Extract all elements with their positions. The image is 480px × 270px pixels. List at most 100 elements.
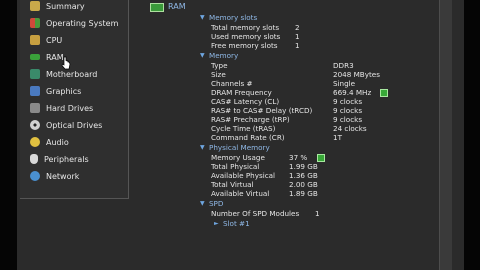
collapse-arrow-icon: ▼: [200, 200, 205, 207]
row-value: 2048 MBytes: [333, 70, 380, 79]
row-label: Free memory slots: [211, 41, 278, 50]
list-item: Memory Usage 37 %: [130, 153, 430, 162]
graphics-icon: [30, 86, 40, 96]
list-item: Size 2048 MBytes: [130, 70, 430, 79]
sidebar-item-label: Network: [46, 171, 80, 181]
list-item: CAS# Latency (CL) 9 clocks: [130, 97, 430, 106]
row-label: RAS# Precharge (tRP): [211, 115, 290, 124]
row-value: 1: [315, 209, 320, 218]
sidebar-item-motherboard[interactable]: Motherboard: [20, 66, 128, 82]
row-label: Used memory slots: [211, 32, 281, 41]
list-item: DRAM Frequency 669.4 MHz: [130, 88, 430, 97]
collapse-arrow-icon: ▼: [200, 52, 205, 59]
list-item: Used memory slots 1: [130, 32, 430, 41]
slot-node[interactable]: ► Slot #1: [130, 219, 430, 228]
row-label: Available Virtual: [211, 189, 270, 198]
row-value: 9 clocks: [333, 97, 363, 106]
sidebar-item-ram[interactable]: RAM: [20, 49, 128, 65]
sidebar-item-label: Motherboard: [46, 69, 98, 79]
sidebar-item-label: Graphics: [46, 86, 82, 96]
details-pane: RAM ▼ Memory slots Total memory slots 2 …: [130, 0, 452, 270]
slot-label: Slot #1: [223, 219, 250, 228]
list-item: Total memory slots 2: [130, 23, 430, 32]
row-label: RAS# to CAS# Delay (tRCD): [211, 106, 313, 115]
summary-icon: [30, 1, 40, 11]
collapse-arrow-icon: ▼: [200, 14, 205, 21]
section-memory[interactable]: ▼ Memory: [130, 51, 430, 60]
sidebar-item-graphics[interactable]: Graphics: [20, 83, 128, 99]
sidebar-item-cpu[interactable]: CPU: [20, 32, 128, 48]
sidebar-item-operating-system[interactable]: Operating System: [20, 15, 128, 31]
sidebar-item-label: Optical Drives: [46, 120, 103, 130]
row-value: 1.99 GB: [289, 162, 318, 171]
section-spd[interactable]: ▼ SPD: [130, 199, 430, 208]
frequency-monitor-icon[interactable]: [380, 89, 388, 97]
sidebar-item-optical-drives[interactable]: Optical Drives: [20, 117, 128, 133]
row-label: Total memory slots: [211, 23, 280, 32]
list-item: Free memory slots 1: [130, 41, 430, 50]
row-value: 2: [295, 23, 300, 32]
list-item: Cycle Time (tRAS) 24 clocks: [130, 124, 430, 133]
row-value: Single: [333, 79, 356, 88]
list-item: Total Virtual 2.00 GB: [130, 180, 430, 189]
row-label: DRAM Frequency: [211, 88, 272, 97]
windows-icon: [30, 18, 40, 28]
sidebar-item-label: Summary: [46, 1, 85, 11]
usage-monitor-icon[interactable]: [317, 154, 325, 162]
audio-icon: [30, 137, 40, 147]
list-item: Total Physical 1.99 GB: [130, 162, 430, 171]
motherboard-icon: [30, 69, 40, 79]
row-value: 2.00 GB: [289, 180, 318, 189]
row-label: Channels #: [211, 79, 253, 88]
optical-drive-icon: [30, 120, 40, 130]
sidebar-item-label: CPU: [46, 35, 63, 45]
vertical-scrollbar[interactable]: [439, 0, 452, 270]
row-value: 669.4 MHz: [333, 88, 372, 97]
row-label: Total Virtual: [211, 180, 254, 189]
sidebar-item-peripherals[interactable]: Peripherals: [20, 151, 128, 167]
section-physical-memory[interactable]: ▼ Physical Memory: [130, 143, 430, 152]
row-label: Memory Usage: [211, 153, 265, 162]
list-item: Available Physical 1.36 GB: [130, 171, 430, 180]
row-label: Available Physical: [211, 171, 276, 180]
row-label: CAS# Latency (CL): [211, 97, 280, 106]
sidebar-item-audio[interactable]: Audio: [20, 134, 128, 150]
network-icon: [30, 171, 40, 181]
sidebar-empty-area: [20, 199, 128, 270]
expand-arrow-icon: ►: [214, 220, 219, 227]
sidebar-item-summary[interactable]: Summary: [20, 0, 128, 14]
sidebar-item-label: Operating System: [46, 18, 119, 28]
section-header: Memory: [209, 51, 239, 60]
sidebar-item-label: Audio: [46, 137, 69, 147]
section-memory-slots[interactable]: ▼ Memory slots: [130, 13, 430, 22]
section-header: Memory slots: [209, 13, 258, 22]
row-value: 1T: [333, 133, 342, 142]
row-label: Size: [211, 70, 226, 79]
row-value: 24 clocks: [333, 124, 367, 133]
left-border: [0, 0, 17, 270]
list-item: RAS# Precharge (tRP) 9 clocks: [130, 115, 430, 124]
sidebar: Summary Operating System CPU RAM Motherb…: [20, 0, 129, 199]
ram-icon: [150, 3, 164, 12]
peripherals-icon: [30, 154, 38, 164]
sidebar-item-network[interactable]: Network: [20, 168, 128, 184]
right-border: [464, 0, 480, 270]
list-item: Available Virtual 1.89 GB: [130, 189, 430, 198]
sidebar-item-hard-drives[interactable]: Hard Drives: [20, 100, 128, 116]
list-item: Number Of SPD Modules 1: [130, 209, 430, 218]
row-label: Number Of SPD Modules: [211, 209, 300, 218]
app-window: Summary Operating System CPU RAM Motherb…: [17, 0, 464, 270]
row-value: 9 clocks: [333, 106, 363, 115]
section-header: SPD: [209, 199, 224, 208]
row-value: 1.89 GB: [289, 189, 318, 198]
row-value: 1: [295, 41, 300, 50]
list-item: Type DDR3: [130, 61, 430, 70]
row-value: DDR3: [333, 61, 354, 70]
row-value: 1.36 GB: [289, 171, 318, 180]
list-item: RAS# to CAS# Delay (tRCD) 9 clocks: [130, 106, 430, 115]
row-value: 9 clocks: [333, 115, 363, 124]
section-header: Physical Memory: [209, 143, 270, 152]
sidebar-item-label: Hard Drives: [46, 103, 94, 113]
cpu-icon: [30, 35, 40, 45]
row-value: 37 %: [289, 153, 308, 162]
